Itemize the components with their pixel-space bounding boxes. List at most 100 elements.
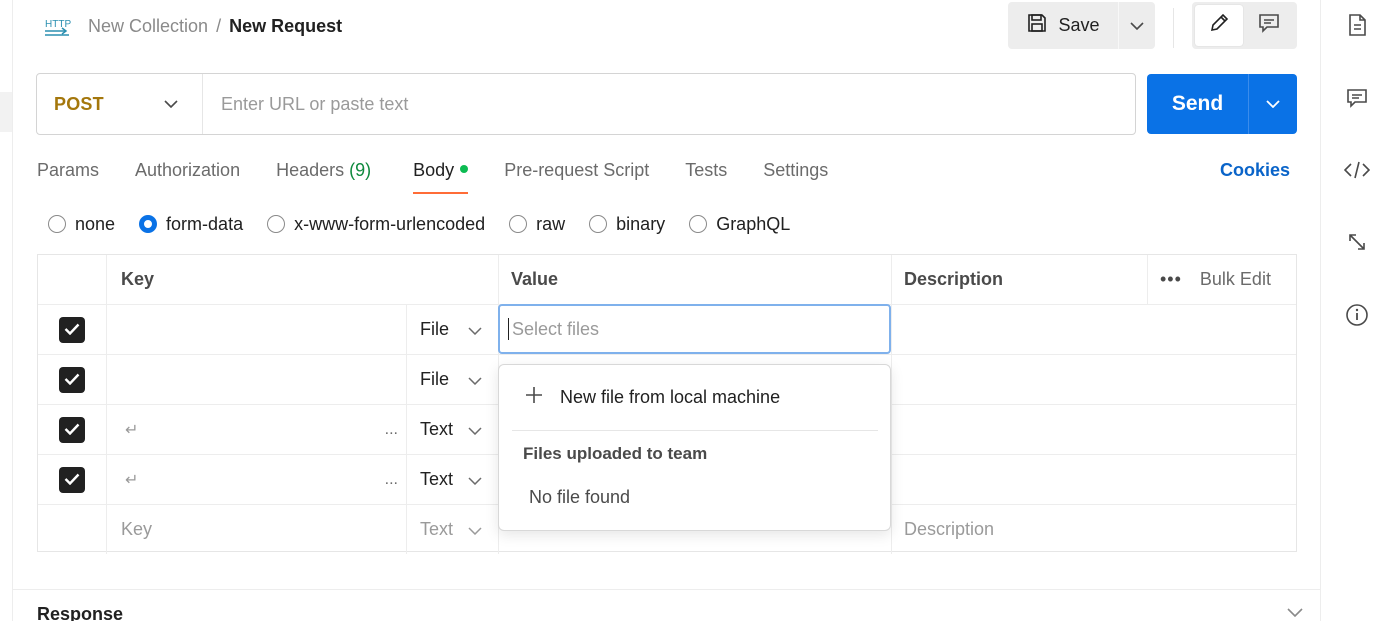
method-label: POST [54, 93, 104, 114]
chevron-down-icon [1266, 95, 1280, 113]
key-more[interactable]: ... [385, 421, 398, 439]
type-select[interactable]: Text [406, 505, 498, 554]
save-icon [1026, 12, 1048, 39]
send-options-button[interactable] [1248, 74, 1297, 134]
key-cell[interactable] [106, 355, 406, 404]
cookies-link[interactable]: Cookies [1220, 158, 1290, 182]
method-select[interactable]: POST [37, 74, 203, 134]
save-button[interactable]: Save [1008, 2, 1118, 49]
select-files-field[interactable] [511, 318, 889, 340]
breadcrumb-collection[interactable]: New Collection [88, 14, 208, 38]
left-strip [0, 0, 13, 621]
send-button-group: Send [1147, 74, 1297, 134]
radio-x-www-form-urlencoded[interactable]: x-www-form-urlencoded [267, 214, 485, 235]
type-select[interactable]: File [406, 355, 498, 404]
new-description-input[interactable]: Description [891, 505, 1296, 554]
more-options-icon[interactable]: ••• [1160, 269, 1182, 290]
radio-raw[interactable]: raw [509, 214, 565, 235]
radio-circle [589, 215, 608, 233]
headers-count: (9) [349, 160, 372, 180]
type-label: File [420, 319, 450, 339]
type-label: Text [420, 469, 454, 489]
select-files-input[interactable] [498, 304, 891, 354]
radio-label: binary [616, 213, 666, 234]
key-cell[interactable]: ↵... [106, 455, 406, 504]
type-label: File [420, 369, 450, 389]
no-file-found-text: No file found [529, 487, 631, 507]
comment-icon [1258, 12, 1280, 39]
svg-text:HTTP: HTTP [45, 19, 71, 30]
chevron-down-icon[interactable] [1287, 604, 1303, 621]
comment-mode-button[interactable] [1245, 5, 1293, 46]
key-cell[interactable] [106, 305, 406, 354]
tab-body-label: Body [413, 160, 455, 180]
return-glyph: ↵ [125, 471, 139, 489]
body-active-dot [460, 165, 469, 173]
radio-circle [689, 215, 708, 233]
right-sidebar [1320, 0, 1375, 621]
url-bar: POST [36, 73, 1136, 135]
breadcrumb: New Collection / New Request [88, 14, 342, 38]
description-cell[interactable] [891, 405, 1296, 454]
radio-circle [48, 215, 66, 233]
checkmark-icon [64, 469, 80, 490]
radio-none[interactable]: none [48, 214, 115, 235]
type-select[interactable]: Text [406, 455, 498, 504]
radio-label: form-data [166, 213, 244, 234]
row-enabled-checkbox[interactable] [59, 366, 85, 393]
row-enabled-checkbox[interactable] [59, 316, 85, 343]
save-button-group: Save [1008, 2, 1155, 49]
info-icon[interactable] [1344, 302, 1370, 328]
tab-settings[interactable]: Settings [763, 158, 828, 194]
new-key-input[interactable]: Key [106, 505, 406, 554]
tab-headers[interactable]: Headers (9) [276, 158, 371, 194]
new-file-from-local-machine[interactable]: New file from local machine [499, 377, 890, 417]
row-enabled-checkbox[interactable] [59, 466, 85, 493]
description-cell[interactable] [891, 355, 1296, 404]
response-title: Response [37, 604, 124, 621]
type-select[interactable]: Text [406, 405, 498, 454]
new-file-label: New file from local machine [560, 386, 781, 407]
chevron-down-icon [468, 319, 482, 340]
documentation-icon[interactable] [1344, 12, 1370, 38]
key-cell[interactable]: ↵... [106, 405, 406, 454]
pencil-icon [1208, 12, 1230, 39]
edit-mode-button[interactable] [1195, 5, 1243, 46]
type-label: Text [420, 419, 454, 439]
request-title[interactable]: New Request [229, 14, 342, 38]
tab-pre-request-script[interactable]: Pre-request Script [504, 158, 649, 194]
tab-tests[interactable]: Tests [685, 158, 727, 194]
request-tabs: Params Authorization Headers (9) Body Pr… [37, 158, 828, 194]
code-icon[interactable] [1344, 157, 1370, 183]
column-header-value: Value [498, 255, 891, 304]
tab-authorization[interactable]: Authorization [135, 158, 240, 194]
send-button[interactable]: Send [1147, 74, 1248, 134]
header-check-cell [38, 255, 106, 304]
radio-label: raw [536, 213, 566, 234]
row-enabled-checkbox[interactable] [59, 416, 85, 443]
dropdown-divider [512, 430, 878, 431]
save-options-button[interactable] [1118, 2, 1155, 49]
file-select-dropdown: New file from local machine Files upload… [498, 364, 891, 531]
view-toggle [1192, 2, 1297, 49]
bulk-edit-button[interactable]: Bulk Edit [1200, 269, 1271, 290]
radio-circle [509, 215, 528, 233]
url-input[interactable] [203, 75, 1135, 133]
comments-icon[interactable] [1344, 85, 1370, 111]
key-more[interactable]: ... [385, 471, 398, 489]
description-cell[interactable] [891, 305, 1296, 354]
text-cursor [508, 318, 509, 340]
tab-body[interactable]: Body [413, 158, 469, 194]
save-label: Save [1058, 15, 1100, 35]
table-header-row: Key Value Description ••• Bulk Edit [38, 255, 1296, 305]
radio-graphql[interactable]: GraphQL [689, 214, 790, 235]
type-select[interactable]: File [406, 305, 498, 354]
chevron-down-icon [1130, 17, 1144, 35]
radio-binary[interactable]: binary [589, 214, 665, 235]
description-cell[interactable] [891, 455, 1296, 504]
radio-form-data[interactable]: form-data [139, 214, 243, 235]
related-collections-icon[interactable] [1344, 229, 1370, 255]
tab-params[interactable]: Params [37, 158, 99, 194]
row-check-cell [38, 305, 106, 354]
response-panel-header[interactable]: Response [13, 589, 1320, 621]
